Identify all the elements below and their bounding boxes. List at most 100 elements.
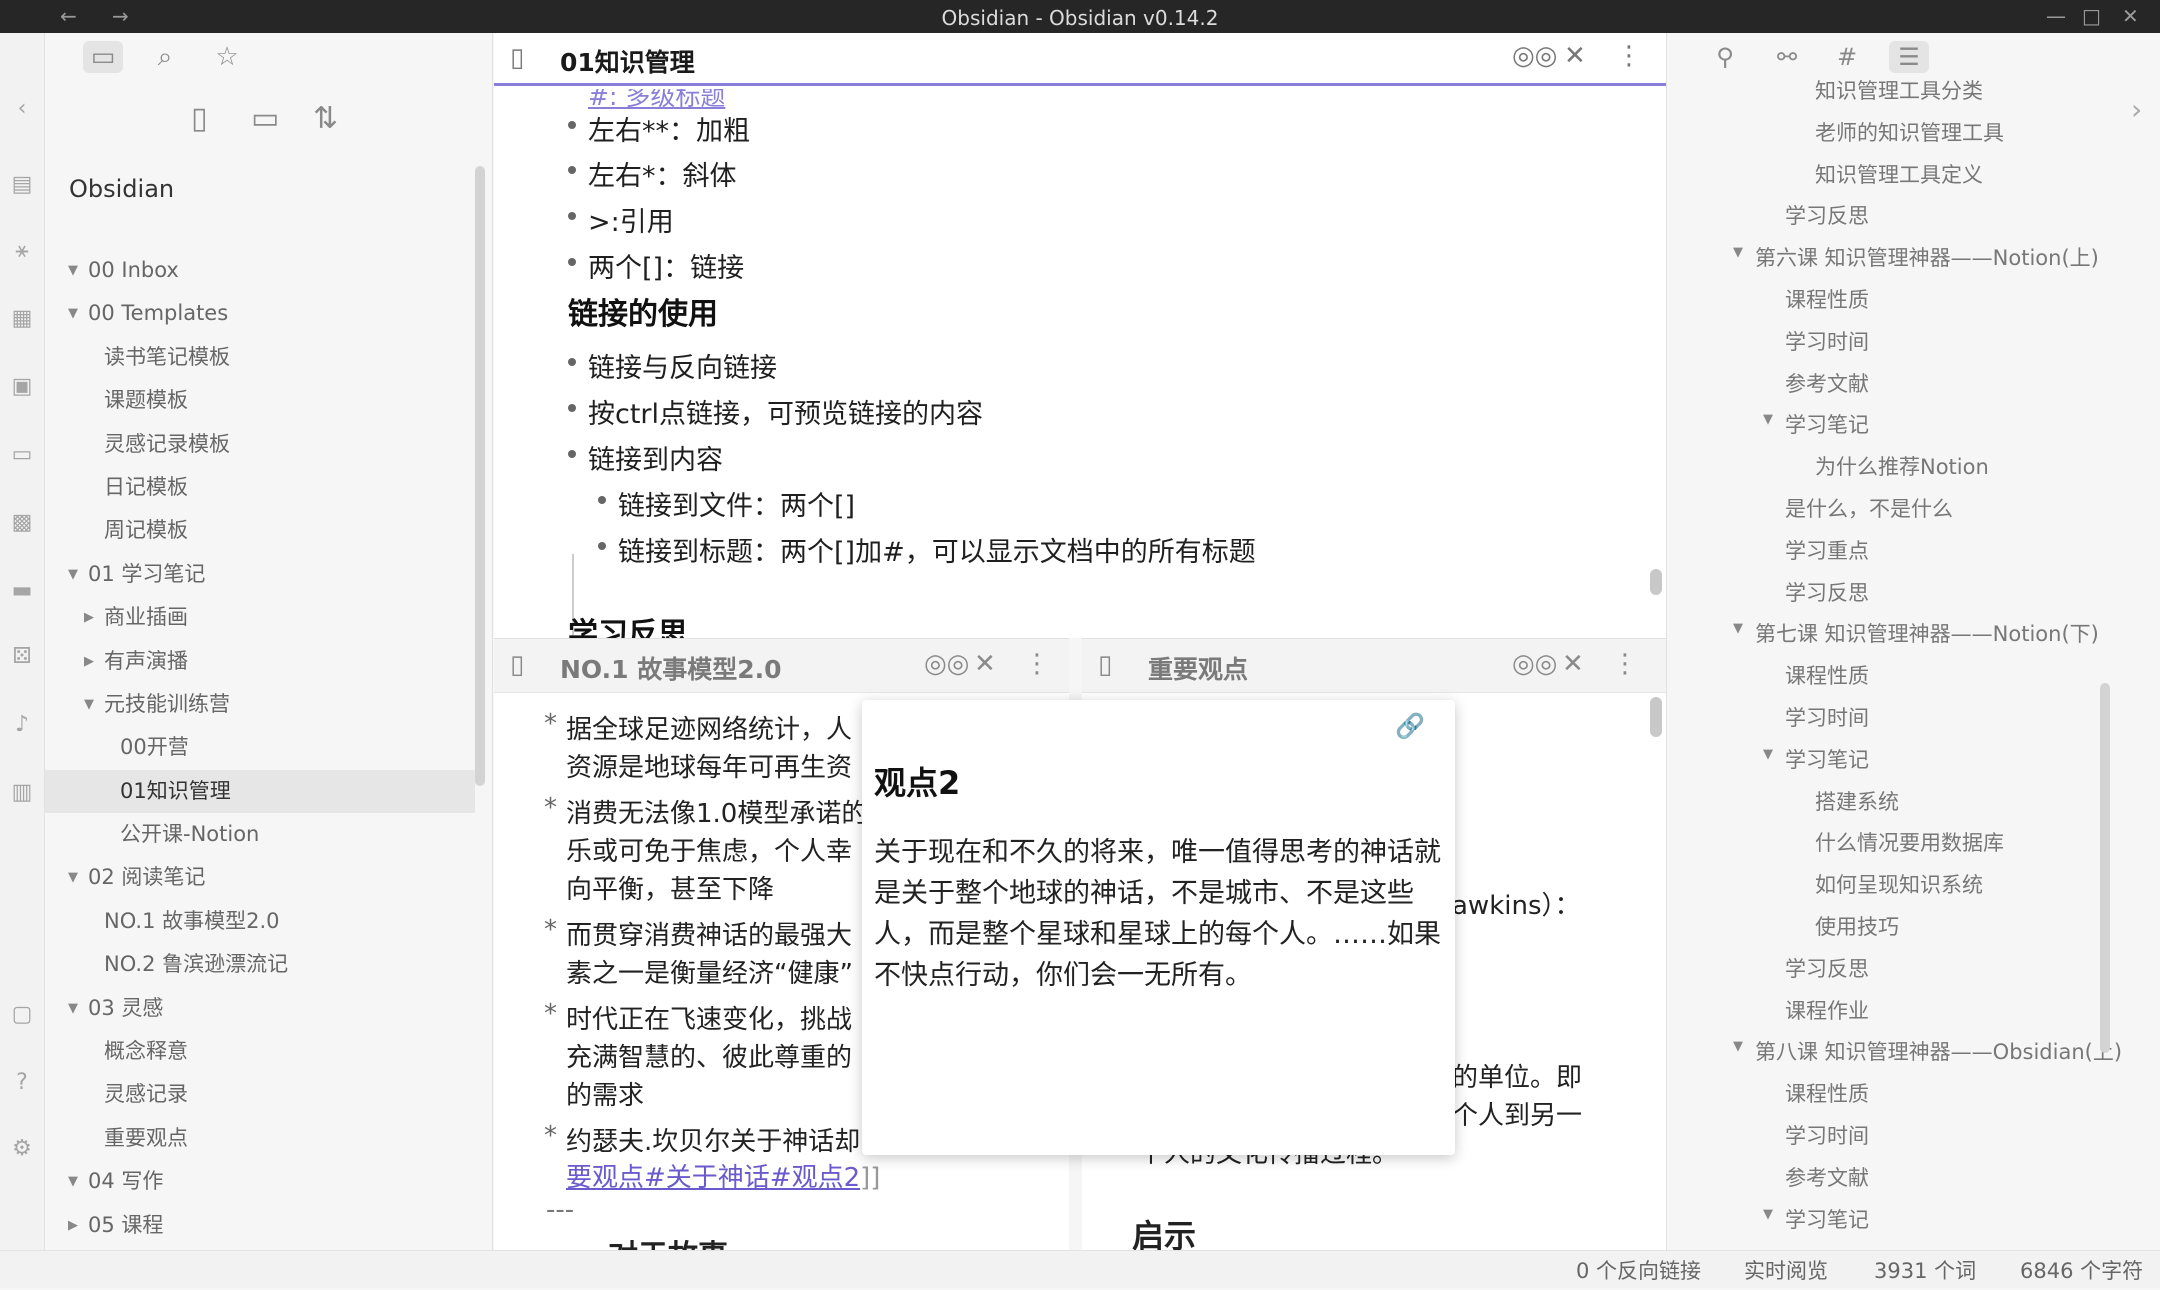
chevron-down-icon[interactable]: ▼ [1733,245,1743,260]
tree-item[interactable]: NO.1 故事模型2.0 [45,900,475,943]
archive-icon[interactable]: ▬ [6,575,38,607]
microphone-icon[interactable]: ♪ [6,709,38,741]
sidebar-scrollbar[interactable] [475,166,485,786]
templates-icon[interactable]: ▣ [6,371,38,403]
more-options-icon[interactable]: ⋮ [1612,649,1638,679]
chevron-down-icon[interactable]: ▼ [1763,747,1773,762]
search-tab-icon[interactable]: ⌕ [145,41,185,73]
tree-item[interactable]: ▼ 04 写作 [45,1160,475,1203]
folder-tab-icon[interactable]: ▭ [83,41,123,73]
chevron-right-icon[interactable]: ▶ [68,1204,78,1247]
tree-item[interactable]: ▼ 00 Inbox [45,249,475,292]
tree-item[interactable]: ▼ 00 Templates [45,292,475,335]
tree-item[interactable]: ▶ 商业插画 [45,596,475,639]
plugins-icon[interactable]: ▩ [6,507,38,539]
outgoing-links-tab-icon[interactable]: ⚯ [1767,41,1807,73]
chevron-right-icon[interactable]: ▶ [84,596,94,639]
reading-view-icon[interactable]: ◎◎ [1512,41,1557,71]
collapse-right-icon[interactable]: › [2131,93,2142,126]
tree-item[interactable]: ▼ 元技能训练营 [45,683,475,726]
chevron-right-icon[interactable]: ▶ [84,640,94,683]
tree-item[interactable]: 灵感记录 [45,1073,475,1116]
pane-scrollbar[interactable] [1650,569,1662,595]
collapse-left-icon[interactable]: ‹ [6,93,38,125]
sort-icon[interactable]: ⇅ [313,101,338,136]
pane-scrollbar[interactable] [1650,697,1662,737]
tree-item[interactable]: 日记模板 [45,466,475,509]
tree-item[interactable]: 00开营 [45,726,475,769]
chevron-down-icon[interactable]: ▼ [84,683,94,726]
close-pane-icon[interactable]: ✕ [1562,649,1584,679]
outline-item[interactable]: 如何呈现知识系统 [1815,869,1983,899]
graph-view-icon[interactable]: ⚹ [6,235,38,267]
outline-item[interactable]: 使用技巧 [1815,911,1899,941]
chevron-down-icon[interactable]: ▼ [68,292,78,335]
tree-item[interactable]: 课题模板 [45,379,475,422]
outline-item[interactable]: 知识管理工具定义 [1815,159,1983,189]
more-options-icon[interactable]: ⋮ [1616,41,1642,71]
outline-item[interactable]: 课程性质 [1785,284,1869,314]
outline-item[interactable]: ▼ 第八课 知识管理神器——Obsidian(上) [1733,1036,2122,1066]
tree-item[interactable]: 概念释意 [45,1030,475,1073]
editor-content[interactable]: #: 多级标题 左右**：加粗 左右*：斜体 >:引用 两个[]：链接 链接的使… [494,89,1666,638]
outline-item[interactable]: 为什么推荐Notion [1815,451,1989,481]
chevron-down-icon[interactable]: ▼ [68,249,78,292]
new-folder-icon[interactable]: ▭ [251,101,279,136]
outline-item[interactable]: 学习反思 [1785,577,1869,607]
outline-item[interactable]: 参考文献 [1785,1162,1869,1192]
maximize-button[interactable]: □ [2082,4,2101,28]
outline-item[interactable]: ▼ 第六课 知识管理神器——Notion(上) [1733,242,2099,272]
outline-item[interactable]: 学习时间 [1785,1120,1869,1150]
settings-gear-icon[interactable]: ⚙ [6,1133,38,1165]
chevron-down-icon[interactable]: ▼ [1733,1039,1743,1054]
tree-item[interactable]: 公开课-Notion [45,813,475,856]
calendar-icon[interactable]: ▦ [6,303,38,335]
table-icon[interactable]: ▥ [6,777,38,809]
outline-item[interactable]: 搭建系统 [1815,786,1899,816]
minimize-button[interactable]: — [2046,4,2066,28]
outline-item[interactable]: 学习反思 [1785,200,1869,230]
outline-item[interactable]: 学习时间 [1785,326,1869,356]
outline-item[interactable]: 知识管理工具分类 [1815,75,1983,105]
close-pane-icon[interactable]: ✕ [1564,41,1586,71]
outline-scrollbar[interactable] [2100,683,2110,1053]
outline-item[interactable]: ▼ 学习笔记 [1763,744,1869,774]
tree-item[interactable]: ▼ 01 学习笔记 [45,553,475,596]
backlinks-count[interactable]: 0 个反向链接 [1576,1255,1701,1285]
tree-item[interactable]: ▶ 05 课程 [45,1204,475,1247]
outline-item[interactable]: 学习重点 [1785,535,1869,565]
open-link-icon[interactable]: 🔗 [1395,712,1425,740]
tree-item[interactable]: NO.2 鲁滨逊漂流记 [45,943,475,986]
outline-item[interactable]: ▼ 学习笔记 [1763,409,1869,439]
chevron-down-icon[interactable]: ▼ [68,856,78,899]
outline-item[interactable]: 课程作业 [1785,995,1869,1025]
chevron-down-icon[interactable]: ▼ [1763,412,1773,427]
random-note-icon[interactable]: ⚄ [6,641,38,673]
close-window-button[interactable]: ✕ [2122,4,2139,28]
outline-item[interactable]: 是什么，不是什么 [1785,493,1953,523]
reading-view-icon[interactable]: ◎◎ [1512,649,1557,679]
tree-item[interactable]: 灵感记录模板 [45,423,475,466]
starred-tab-icon[interactable]: ☆ [207,41,247,73]
outline-item[interactable]: 课程性质 [1785,660,1869,690]
internal-link[interactable]: 要观点#关于神话#观点2]] [566,1157,880,1194]
outline-item[interactable]: 学习时间 [1785,702,1869,732]
tags-tab-icon[interactable]: # [1827,41,1867,73]
more-options-icon[interactable]: ⋮ [1024,649,1050,679]
new-note-icon[interactable]: ▯ [191,101,208,136]
outline-item[interactable]: ▼ 学习笔记 [1763,1204,1869,1234]
tree-item[interactable]: 周记模板 [45,509,475,552]
outline-item[interactable]: 老师的知识管理工具 [1815,117,2004,147]
quick-switcher-icon[interactable]: ▤ [6,169,38,201]
view-mode[interactable]: 实时阅览 [1744,1255,1828,1285]
outline-item[interactable]: 课程性质 [1785,1078,1869,1108]
outline-item[interactable]: 参考文献 [1785,368,1869,398]
vault-icon[interactable]: ▢ [6,999,38,1031]
chevron-down-icon[interactable]: ▼ [68,987,78,1030]
outline-tab-icon[interactable]: ☰ [1889,41,1929,73]
backlinks-tab-icon[interactable]: ⚲ [1705,41,1745,73]
help-icon[interactable]: ? [6,1067,38,1099]
chevron-down-icon[interactable]: ▼ [1733,621,1743,636]
chevron-down-icon[interactable]: ▼ [1763,1207,1773,1222]
outline-item[interactable]: ▼ 第七课 知识管理神器——Notion(下) [1733,618,2099,648]
